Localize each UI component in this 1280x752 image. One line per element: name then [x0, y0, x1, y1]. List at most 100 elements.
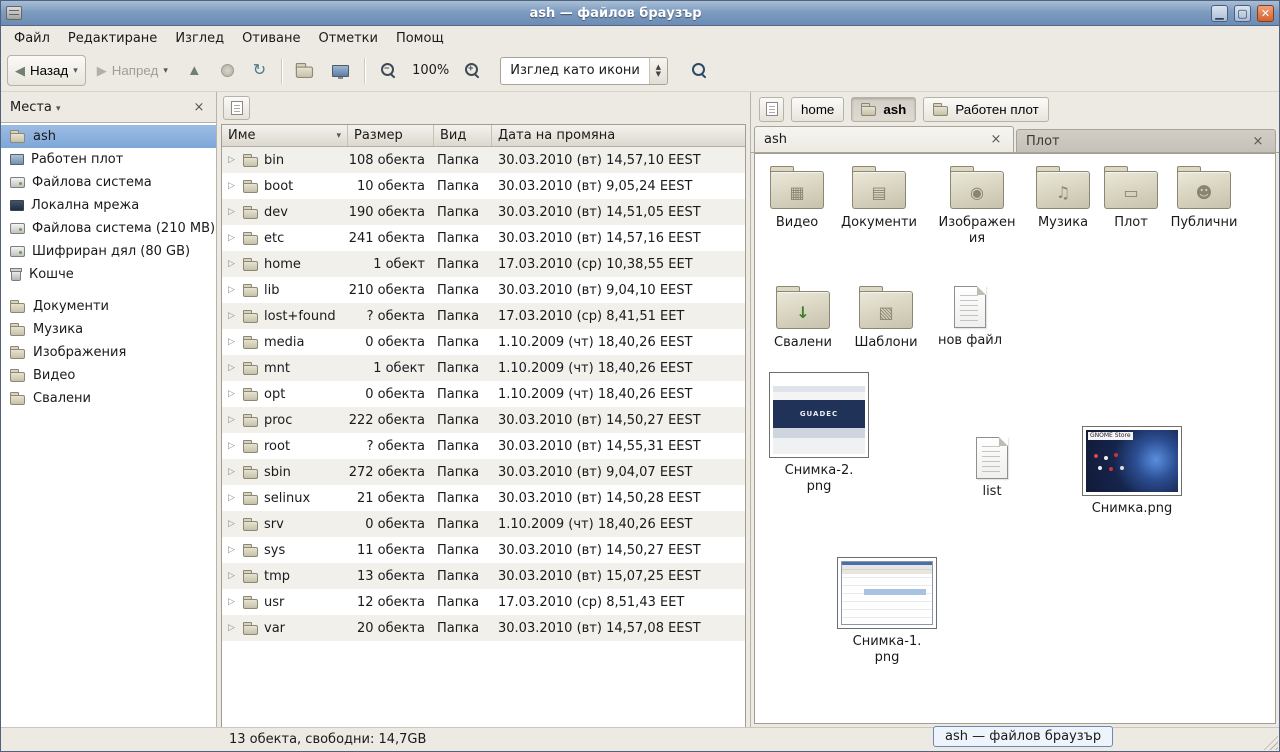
expander-icon[interactable]: ▷ — [225, 311, 238, 321]
sidebar-item-network[interactable]: Локална мрежа — [1, 194, 216, 217]
back-button[interactable]: ◀ Назад ▾ — [7, 55, 86, 86]
file-pictures-folder[interactable]: ◉Изображения — [935, 166, 1019, 248]
up-button[interactable]: ▲ — [179, 55, 210, 86]
file-templates-folder[interactable]: ▧Шаблони — [844, 286, 928, 351]
sidebar-item-ash[interactable]: ash — [1, 125, 216, 148]
table-row[interactable]: ▷media0 обектаПапка1.10.2009 (чт) 18,40,… — [222, 329, 745, 355]
table-row[interactable]: ▷lib210 обектаПапка30.03.2010 (вт) 9,04,… — [222, 277, 745, 303]
table-row[interactable]: ▷opt0 обектаПапка1.10.2009 (чт) 18,40,26… — [222, 381, 745, 407]
expander-icon[interactable]: ▷ — [225, 623, 238, 633]
titlebar[interactable]: ash — файлов браузър ▁ ▢ ✕ — [1, 1, 1279, 26]
file-list-file[interactable]: list — [950, 437, 1034, 500]
file-new-file[interactable]: нов файл — [928, 286, 1012, 349]
zoom-in-button[interactable]: + — [456, 55, 489, 86]
expander-icon[interactable]: ▷ — [225, 571, 238, 581]
table-row[interactable]: ▷sbin272 обектаПапка30.03.2010 (вт) 9,04… — [222, 459, 745, 485]
table-row[interactable]: ▷mnt1 обектПапка1.10.2009 (чт) 18,40,26 … — [222, 355, 745, 381]
expander-icon[interactable]: ▷ — [225, 597, 238, 607]
table-row[interactable]: ▷dev190 обектаПапка30.03.2010 (вт) 14,51… — [222, 199, 745, 225]
file-snimka[interactable]: GNOME StoreСнимка.png — [1080, 426, 1184, 517]
column-header-name[interactable]: Име▾ — [222, 125, 348, 146]
search-button[interactable] — [683, 55, 716, 86]
file-documents-folder[interactable]: ▤Документи — [837, 166, 921, 231]
zoom-out-button[interactable]: − — [372, 55, 405, 86]
resize-grip[interactable] — [1263, 735, 1278, 750]
path-button-ash[interactable]: ash — [851, 97, 916, 122]
expander-icon[interactable]: ▷ — [225, 493, 238, 503]
expander-icon[interactable]: ▷ — [225, 389, 238, 399]
places-selector[interactable]: Места ▾ — [10, 100, 61, 115]
sidebar-item-desktop[interactable]: Работен плот — [1, 148, 216, 171]
table-row[interactable]: ▷lost+found? обектаПапка17.03.2010 (ср) … — [222, 303, 745, 329]
pane-location-button[interactable] — [223, 96, 250, 120]
minimize-button[interactable]: ▁ — [1211, 5, 1228, 22]
sidebar-item-trash[interactable]: Кошче — [1, 263, 216, 286]
column-header-type[interactable]: Вид — [434, 125, 492, 146]
expander-icon[interactable]: ▷ — [225, 259, 238, 269]
tab-plot[interactable]: Плот× — [1016, 129, 1276, 152]
sidebar-item-pictures[interactable]: Изображения — [1, 341, 216, 364]
tab-ash[interactable]: ash× — [754, 126, 1014, 152]
icon-view[interactable]: ▦Видео▤Документи◉Изображения♫Музика▭Плот… — [754, 153, 1276, 724]
table-row[interactable]: ▷boot10 обектаПапка30.03.2010 (вт) 9,05,… — [222, 173, 745, 199]
expander-icon[interactable]: ▷ — [225, 181, 238, 191]
tab-close-icon[interactable]: × — [988, 132, 1004, 148]
expander-icon[interactable]: ▷ — [225, 285, 238, 295]
expander-icon[interactable]: ▷ — [225, 545, 238, 555]
table-row[interactable]: ▷sys11 обектаПапка30.03.2010 (вт) 14,50,… — [222, 537, 745, 563]
expander-icon[interactable]: ▷ — [225, 519, 238, 529]
sidebar-item-music[interactable]: Музика — [1, 318, 216, 341]
path-button-home[interactable]: home — [791, 97, 844, 122]
expander-icon[interactable]: ▷ — [225, 207, 238, 217]
sidebar-item-filesystem-210[interactable]: Файлова система (210 MB) — [1, 217, 216, 240]
sidebar-item-filesystem[interactable]: Файлова система — [1, 171, 216, 194]
column-header-size[interactable]: Размер — [348, 125, 434, 146]
back-dropdown-icon[interactable]: ▾ — [73, 66, 78, 75]
expander-icon[interactable]: ▷ — [225, 441, 238, 451]
path-button-desktop[interactable]: Работен плот — [923, 97, 1048, 122]
sidebar-item-downloads[interactable]: Свалени — [1, 387, 216, 410]
menu-bookmarks[interactable]: Отметки — [309, 28, 386, 49]
file-public-folder[interactable]: ☻Публични — [1162, 166, 1246, 231]
table-row[interactable]: ▷selinux21 обектаПапка30.03.2010 (вт) 14… — [222, 485, 745, 511]
file-downloads-folder[interactable]: ↓Свалени — [761, 286, 845, 351]
file-snimka-1[interactable]: Снимка-1.png — [835, 557, 939, 667]
column-header-date[interactable]: Дата на промяна — [492, 125, 745, 146]
table-row[interactable]: ▷var20 обектаПапка30.03.2010 (вт) 14,57,… — [222, 615, 745, 641]
stop-button[interactable] — [213, 55, 242, 86]
table-row[interactable]: ▷etc241 обектаПапка30.03.2010 (вт) 14,57… — [222, 225, 745, 251]
expander-icon[interactable]: ▷ — [225, 415, 238, 425]
sidebar-close-button[interactable]: × — [191, 99, 207, 115]
expander-icon[interactable]: ▷ — [225, 337, 238, 347]
home-button[interactable] — [289, 55, 321, 86]
expander-icon[interactable]: ▷ — [225, 363, 238, 373]
sidebar-item-documents[interactable]: Документи — [1, 295, 216, 318]
close-button[interactable]: ✕ — [1257, 5, 1274, 22]
view-mode-combobox[interactable]: Изглед като икони ▲▼ — [500, 57, 668, 85]
computer-button[interactable] — [324, 55, 357, 86]
pathbar-root-button[interactable] — [759, 97, 784, 122]
forward-button[interactable]: ▶ Напред ▾ — [89, 55, 176, 86]
table-row[interactable]: ▷root? обектаПапка30.03.2010 (вт) 14,55,… — [222, 433, 745, 459]
expander-icon[interactable]: ▷ — [225, 233, 238, 243]
file-desktop-folder[interactable]: ▭Плот — [1089, 166, 1173, 231]
sidebar-item-video[interactable]: Видео — [1, 364, 216, 387]
combobox-arrows-icon[interactable]: ▲▼ — [649, 58, 667, 84]
maximize-button[interactable]: ▢ — [1234, 5, 1251, 22]
tab-close-icon[interactable]: × — [1250, 133, 1266, 149]
menu-view[interactable]: Изглед — [166, 28, 233, 49]
expander-icon[interactable]: ▷ — [225, 467, 238, 477]
menu-edit[interactable]: Редактиране — [59, 28, 166, 49]
table-row[interactable]: ▷home1 обектПапка17.03.2010 (ср) 10,38,5… — [222, 251, 745, 277]
table-row[interactable]: ▷usr12 обектаПапка17.03.2010 (ср) 8,51,4… — [222, 589, 745, 615]
file-snimka-2[interactable]: GUADECСнимка-2.png — [767, 372, 871, 496]
sidebar-item-encrypted-80[interactable]: Шифриран дял (80 GB) — [1, 240, 216, 263]
table-row[interactable]: ▷bin108 обектаПапка30.03.2010 (вт) 14,57… — [222, 147, 745, 173]
reload-button[interactable]: ↻ — [245, 55, 274, 86]
file-video-folder[interactable]: ▦Видео — [755, 166, 839, 231]
table-row[interactable]: ▷srv0 обектаПапка1.10.2009 (чт) 18,40,26… — [222, 511, 745, 537]
table-row[interactable]: ▷proc222 обектаПапка30.03.2010 (вт) 14,5… — [222, 407, 745, 433]
menu-go[interactable]: Отиване — [233, 28, 309, 49]
table-row[interactable]: ▷tmp13 обектаПапка30.03.2010 (вт) 15,07,… — [222, 563, 745, 589]
menu-file[interactable]: Файл — [5, 28, 59, 49]
